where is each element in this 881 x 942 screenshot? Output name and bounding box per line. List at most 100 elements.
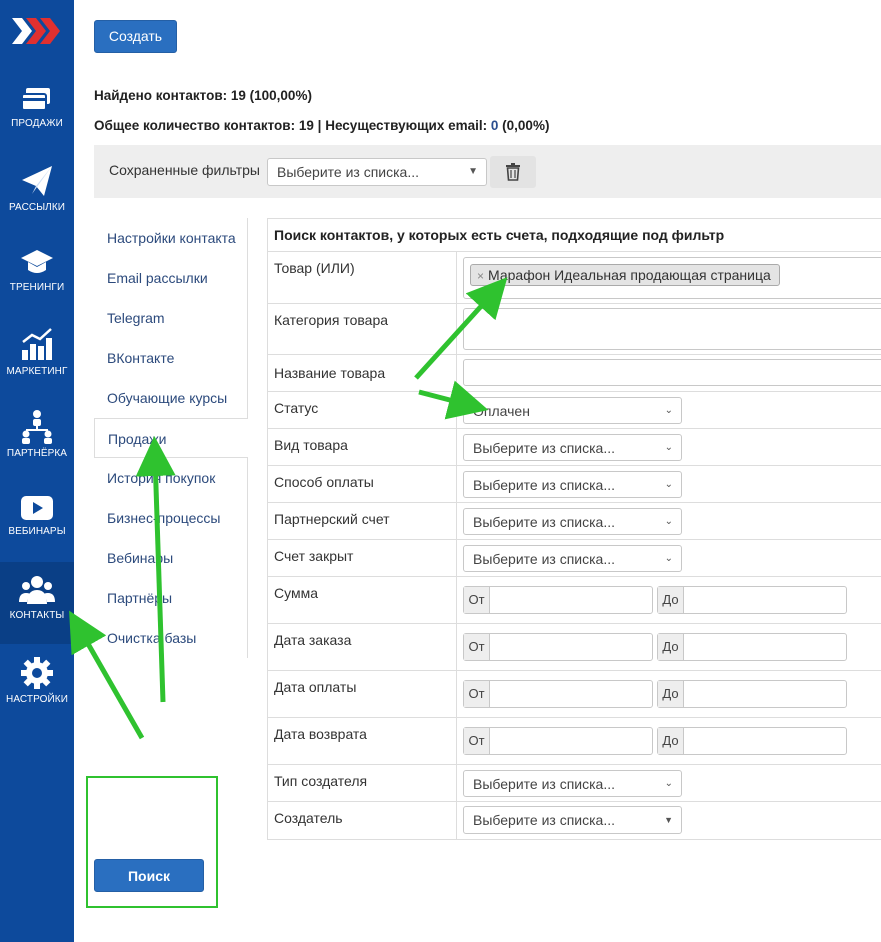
- filter-row-product: Товар (ИЛИ) × Марафон Идеальная продающая…: [268, 252, 881, 304]
- payment-method-select[interactable]: Выберите из списка... ⌄: [463, 471, 682, 498]
- delete-filter-button[interactable]: [490, 156, 536, 188]
- amount-from-input[interactable]: От: [463, 586, 653, 614]
- found-value: 19 (100,00%): [230, 88, 312, 103]
- chevron-down-icon: ▼: [468, 166, 478, 177]
- refund-date-to-addon: До: [658, 728, 684, 754]
- tab-courses[interactable]: Обучающие курсы: [94, 378, 248, 418]
- filter-row-creator-type: Тип создателя Выберите из списка... ⌄: [268, 765, 881, 802]
- invalid-email-count-link[interactable]: 0: [491, 118, 499, 133]
- chevron-down-icon: ⌄: [664, 553, 673, 564]
- tab-contact-settings[interactable]: Настройки контакта: [94, 218, 248, 258]
- search-button[interactable]: Поиск: [94, 859, 204, 892]
- filter-row-invoice-closed: Счет закрыт Выберите из списка... ⌄: [268, 540, 881, 577]
- tabs-divider: [247, 218, 248, 418]
- filter-row-payment-method: Способ оплаты Выберите из списка... ⌄: [268, 466, 881, 503]
- gear-icon: [21, 657, 53, 689]
- product-type-select-value: Выберите из списка...: [473, 440, 616, 456]
- create-button[interactable]: Создать: [94, 20, 177, 53]
- filter-label: Дата возврата: [274, 726, 367, 742]
- filter-row-order-date: Дата заказа От До: [268, 624, 881, 671]
- amount-to-addon: До: [658, 587, 684, 613]
- refund-date-from-input[interactable]: От: [463, 727, 653, 755]
- chevron-down-icon: ⌄: [664, 778, 673, 789]
- partner-invoice-select[interactable]: Выберите из списка... ⌄: [463, 508, 682, 535]
- creator-type-select-value: Выберите из списка...: [473, 776, 616, 792]
- tab-email-mailings[interactable]: Email рассылки: [94, 258, 248, 298]
- sidebar-item-contacts[interactable]: КОНТАКТЫ: [0, 562, 74, 644]
- filter-label: Создатель: [274, 810, 343, 826]
- payment-date-to-input[interactable]: До: [657, 680, 847, 708]
- order-date-from-addon: От: [464, 634, 490, 660]
- sidebar-item-label: ТРЕНИНГИ: [9, 282, 65, 293]
- sidebar-item-partners[interactable]: ПАРТНЁРКА: [0, 408, 74, 490]
- filter-label: Партнерский счет: [274, 511, 390, 527]
- tab-telegram[interactable]: Telegram: [94, 298, 248, 338]
- product-name-input[interactable]: [463, 359, 881, 386]
- filter-label: Название товара: [274, 365, 386, 381]
- filter-row-refund-date: Дата возврата От До: [268, 718, 881, 765]
- creator-select-value: Выберите из списка...: [473, 812, 616, 828]
- credit-card-icon: [21, 88, 50, 111]
- product-tag[interactable]: × Марафон Идеальная продающая страница: [470, 264, 780, 286]
- filter-row-product-name: Название товара: [268, 355, 881, 392]
- filter-row-payment-date: Дата оплаты От До: [268, 671, 881, 718]
- order-date-to-input[interactable]: До: [657, 633, 847, 661]
- tab-webinars[interactable]: Вебинары: [94, 538, 248, 578]
- sidebar-item-label: МАРКЕТИНГ: [6, 366, 68, 377]
- chevron-down-icon: ▼: [664, 815, 673, 825]
- tab-vkontakte[interactable]: ВКонтакте: [94, 338, 248, 378]
- sales-filter-table: Поиск контактов, у которых есть счета, п…: [267, 218, 881, 840]
- filter-label: Счет закрыт: [274, 548, 354, 564]
- status-select-value: Оплачен: [473, 403, 530, 419]
- sidebar-item-trainings[interactable]: ТРЕНИНГИ: [0, 248, 74, 330]
- filter-row-partner-invoice: Партнерский счет Выберите из списка... ⌄: [268, 503, 881, 540]
- refund-date-to-input[interactable]: До: [657, 727, 847, 755]
- sidebar-item-mailings[interactable]: РАССЫЛКИ: [0, 164, 74, 246]
- saved-filters-select[interactable]: Выберите из списка... ▼: [267, 158, 487, 186]
- partner-invoice-select-value: Выберите из списка...: [473, 514, 616, 530]
- sidebar-item-label: НАСТРОЙКИ: [6, 694, 68, 705]
- amount-to-input[interactable]: До: [657, 586, 847, 614]
- filter-label: Категория товара: [274, 312, 389, 328]
- payment-method-select-value: Выберите из списка...: [473, 477, 616, 493]
- filter-row-status: Статус Оплачен ⌄: [268, 392, 881, 429]
- product-tag-label: Марафон Идеальная продающая страница: [488, 267, 771, 283]
- play-video-icon: [21, 496, 53, 520]
- tab-database-cleanup[interactable]: Очистка базы: [94, 618, 248, 658]
- payment-date-from-addon: От: [464, 681, 490, 707]
- tab-partners[interactable]: Партнёры: [94, 578, 248, 618]
- payment-date-to-addon: До: [658, 681, 684, 707]
- tabs-divider: [247, 458, 248, 658]
- sidebar-item-marketing[interactable]: МАРКЕТИНГ: [0, 326, 74, 408]
- filter-row-amount: Сумма От До: [268, 577, 881, 624]
- tab-sales[interactable]: Продажи: [94, 418, 248, 458]
- brand-logo-icon[interactable]: [12, 16, 60, 46]
- chevron-down-icon: ⌄: [664, 442, 673, 453]
- filter-label: Дата оплаты: [274, 679, 357, 695]
- sidebar-item-sales[interactable]: ПРОДАЖИ: [0, 86, 74, 168]
- product-type-select[interactable]: Выберите из списка... ⌄: [463, 434, 682, 461]
- filter-label: Тип создателя: [274, 773, 368, 789]
- filter-label: Дата заказа: [274, 632, 352, 648]
- product-multiselect[interactable]: × Марафон Идеальная продающая страница: [463, 257, 881, 299]
- filter-label: Товар (ИЛИ): [274, 260, 355, 276]
- tab-purchase-history[interactable]: История покупок: [94, 458, 248, 498]
- sidebar-item-settings[interactable]: НАСТРОЙКИ: [0, 656, 74, 738]
- chart-growth-icon: [22, 328, 52, 360]
- payment-date-from-input[interactable]: От: [463, 680, 653, 708]
- tab-business-processes[interactable]: Бизнес-процессы: [94, 498, 248, 538]
- creator-type-select[interactable]: Выберите из списка... ⌄: [463, 770, 682, 797]
- category-multiselect[interactable]: [463, 308, 881, 350]
- remove-tag-icon[interactable]: ×: [477, 269, 484, 283]
- filter-row-product-type: Вид товара Выберите из списка... ⌄: [268, 429, 881, 466]
- status-select[interactable]: Оплачен ⌄: [463, 397, 682, 424]
- amount-from-addon: От: [464, 587, 490, 613]
- filter-label: Способ оплаты: [274, 474, 374, 490]
- sidebar: ПРОДАЖИ РАССЫЛКИ ТРЕНИНГИ МАРКЕТИНГ ПАРТ…: [0, 0, 74, 942]
- invoice-closed-select-value: Выберите из списка...: [473, 551, 616, 567]
- trash-icon: [506, 163, 520, 181]
- order-date-from-input[interactable]: От: [463, 633, 653, 661]
- creator-select[interactable]: Выберите из списка... ▼: [463, 806, 682, 834]
- invoice-closed-select[interactable]: Выберите из списка... ⌄: [463, 545, 682, 572]
- users-group-icon: [19, 576, 55, 604]
